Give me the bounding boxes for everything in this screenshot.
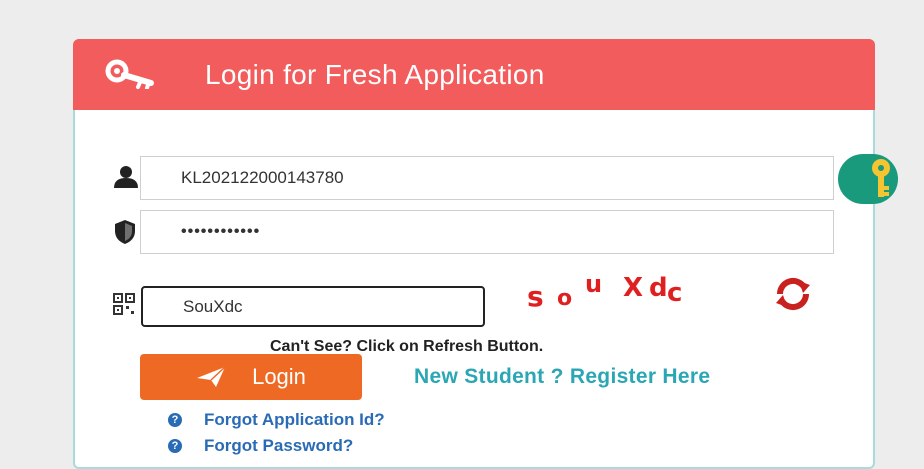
- qr-icon: [113, 293, 135, 315]
- captcha-image: s o u X d c: [527, 270, 692, 313]
- key-icon: [105, 59, 154, 89]
- captcha-char: u: [585, 270, 603, 298]
- user-icon: [114, 166, 138, 188]
- key-badge-icon: [872, 159, 890, 197]
- password-value: ••••••••••••: [181, 223, 261, 240]
- question-circle-icon: ?: [168, 413, 182, 427]
- captcha-input-value: SouXdc: [183, 296, 243, 316]
- captcha-char: c: [667, 278, 683, 308]
- captcha-input[interactable]: SouXdc: [141, 286, 485, 327]
- application-id-input[interactable]: KL202122000143780: [140, 156, 834, 200]
- register-link[interactable]: New Student ? Register Here: [414, 365, 710, 389]
- card-header: Login for Fresh Application: [73, 39, 875, 110]
- paper-plane-icon: [197, 366, 226, 387]
- page-title: Login for Fresh Application: [205, 59, 545, 90]
- password-input[interactable]: ••••••••••••: [140, 210, 834, 254]
- refresh-icon[interactable]: [770, 277, 816, 311]
- forgot-application-id-label: Forgot Application Id?: [204, 410, 385, 429]
- question-circle-icon: ?: [168, 439, 182, 453]
- forgot-password-link[interactable]: ? Forgot Password?: [168, 436, 353, 456]
- login-button[interactable]: Login: [140, 354, 362, 400]
- application-id-value: KL202122000143780: [181, 168, 344, 187]
- forgot-password-label: Forgot Password?: [204, 436, 354, 455]
- captcha-char: X: [623, 273, 644, 303]
- shield-icon: [115, 220, 135, 244]
- captcha-char: s: [527, 280, 544, 313]
- captcha-char: o: [557, 286, 573, 311]
- forgot-application-id-link[interactable]: ? Forgot Application Id?: [168, 410, 385, 430]
- login-label: Login: [252, 364, 306, 389]
- captcha-char: d: [649, 273, 668, 303]
